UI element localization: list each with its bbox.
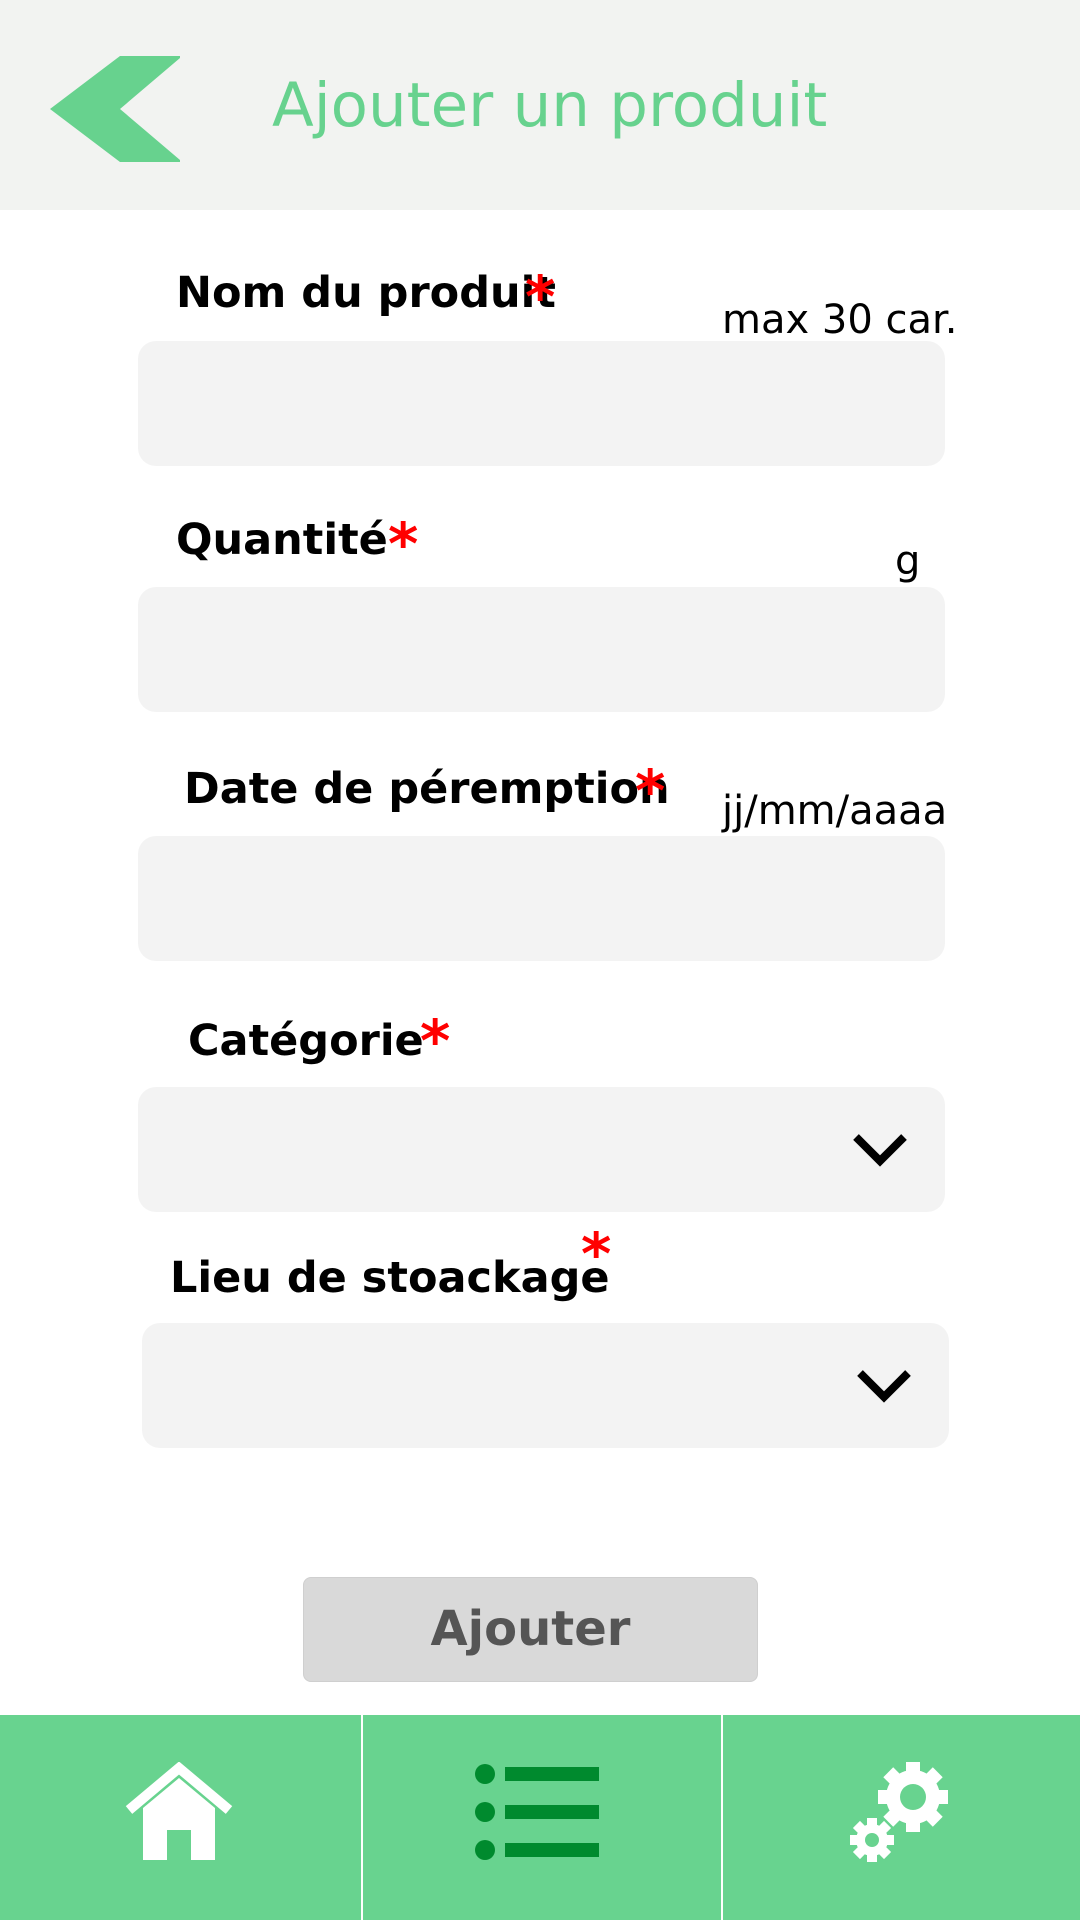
app-header: Ajouter un produit [0,0,1080,210]
page-title: Ajouter un produit [272,70,828,141]
expiry-date-input[interactable] [138,836,945,961]
back-button[interactable] [50,56,180,162]
gears-icon [850,1762,948,1862]
quantity-input[interactable] [138,587,945,712]
storage-required-star: * [581,1220,612,1288]
quantity-unit: g [895,538,921,584]
quantity-required-star: * [388,510,419,578]
name-hint: max 30 car. [722,297,958,343]
storage-label: Lieu de stoackage [170,1253,610,1303]
home-icon [125,1762,233,1860]
expiry-required-star: * [635,757,666,825]
product-name-input[interactable] [138,341,945,466]
chevron-left-icon [50,56,180,162]
name-required-star: * [525,263,556,331]
category-required-star: * [420,1007,451,1075]
category-label: Catégorie [188,1016,424,1066]
nav-home[interactable] [0,1715,361,1920]
chevron-down-icon [850,1129,910,1169]
expiry-label: Date de péremption [184,764,670,814]
nav-list[interactable] [363,1715,721,1920]
add-product-button[interactable]: Ajouter [303,1577,758,1682]
quantity-label: Quantité [176,515,388,565]
chevron-down-icon [854,1365,914,1405]
expiry-hint: jj/mm/aaaa [722,788,948,834]
category-select[interactable] [138,1087,945,1212]
list-icon [475,1764,599,1860]
storage-select[interactable] [142,1323,949,1448]
bottom-navbar [0,1715,1080,1920]
name-label: Nom du produit [176,268,556,318]
nav-settings[interactable] [723,1715,1080,1920]
